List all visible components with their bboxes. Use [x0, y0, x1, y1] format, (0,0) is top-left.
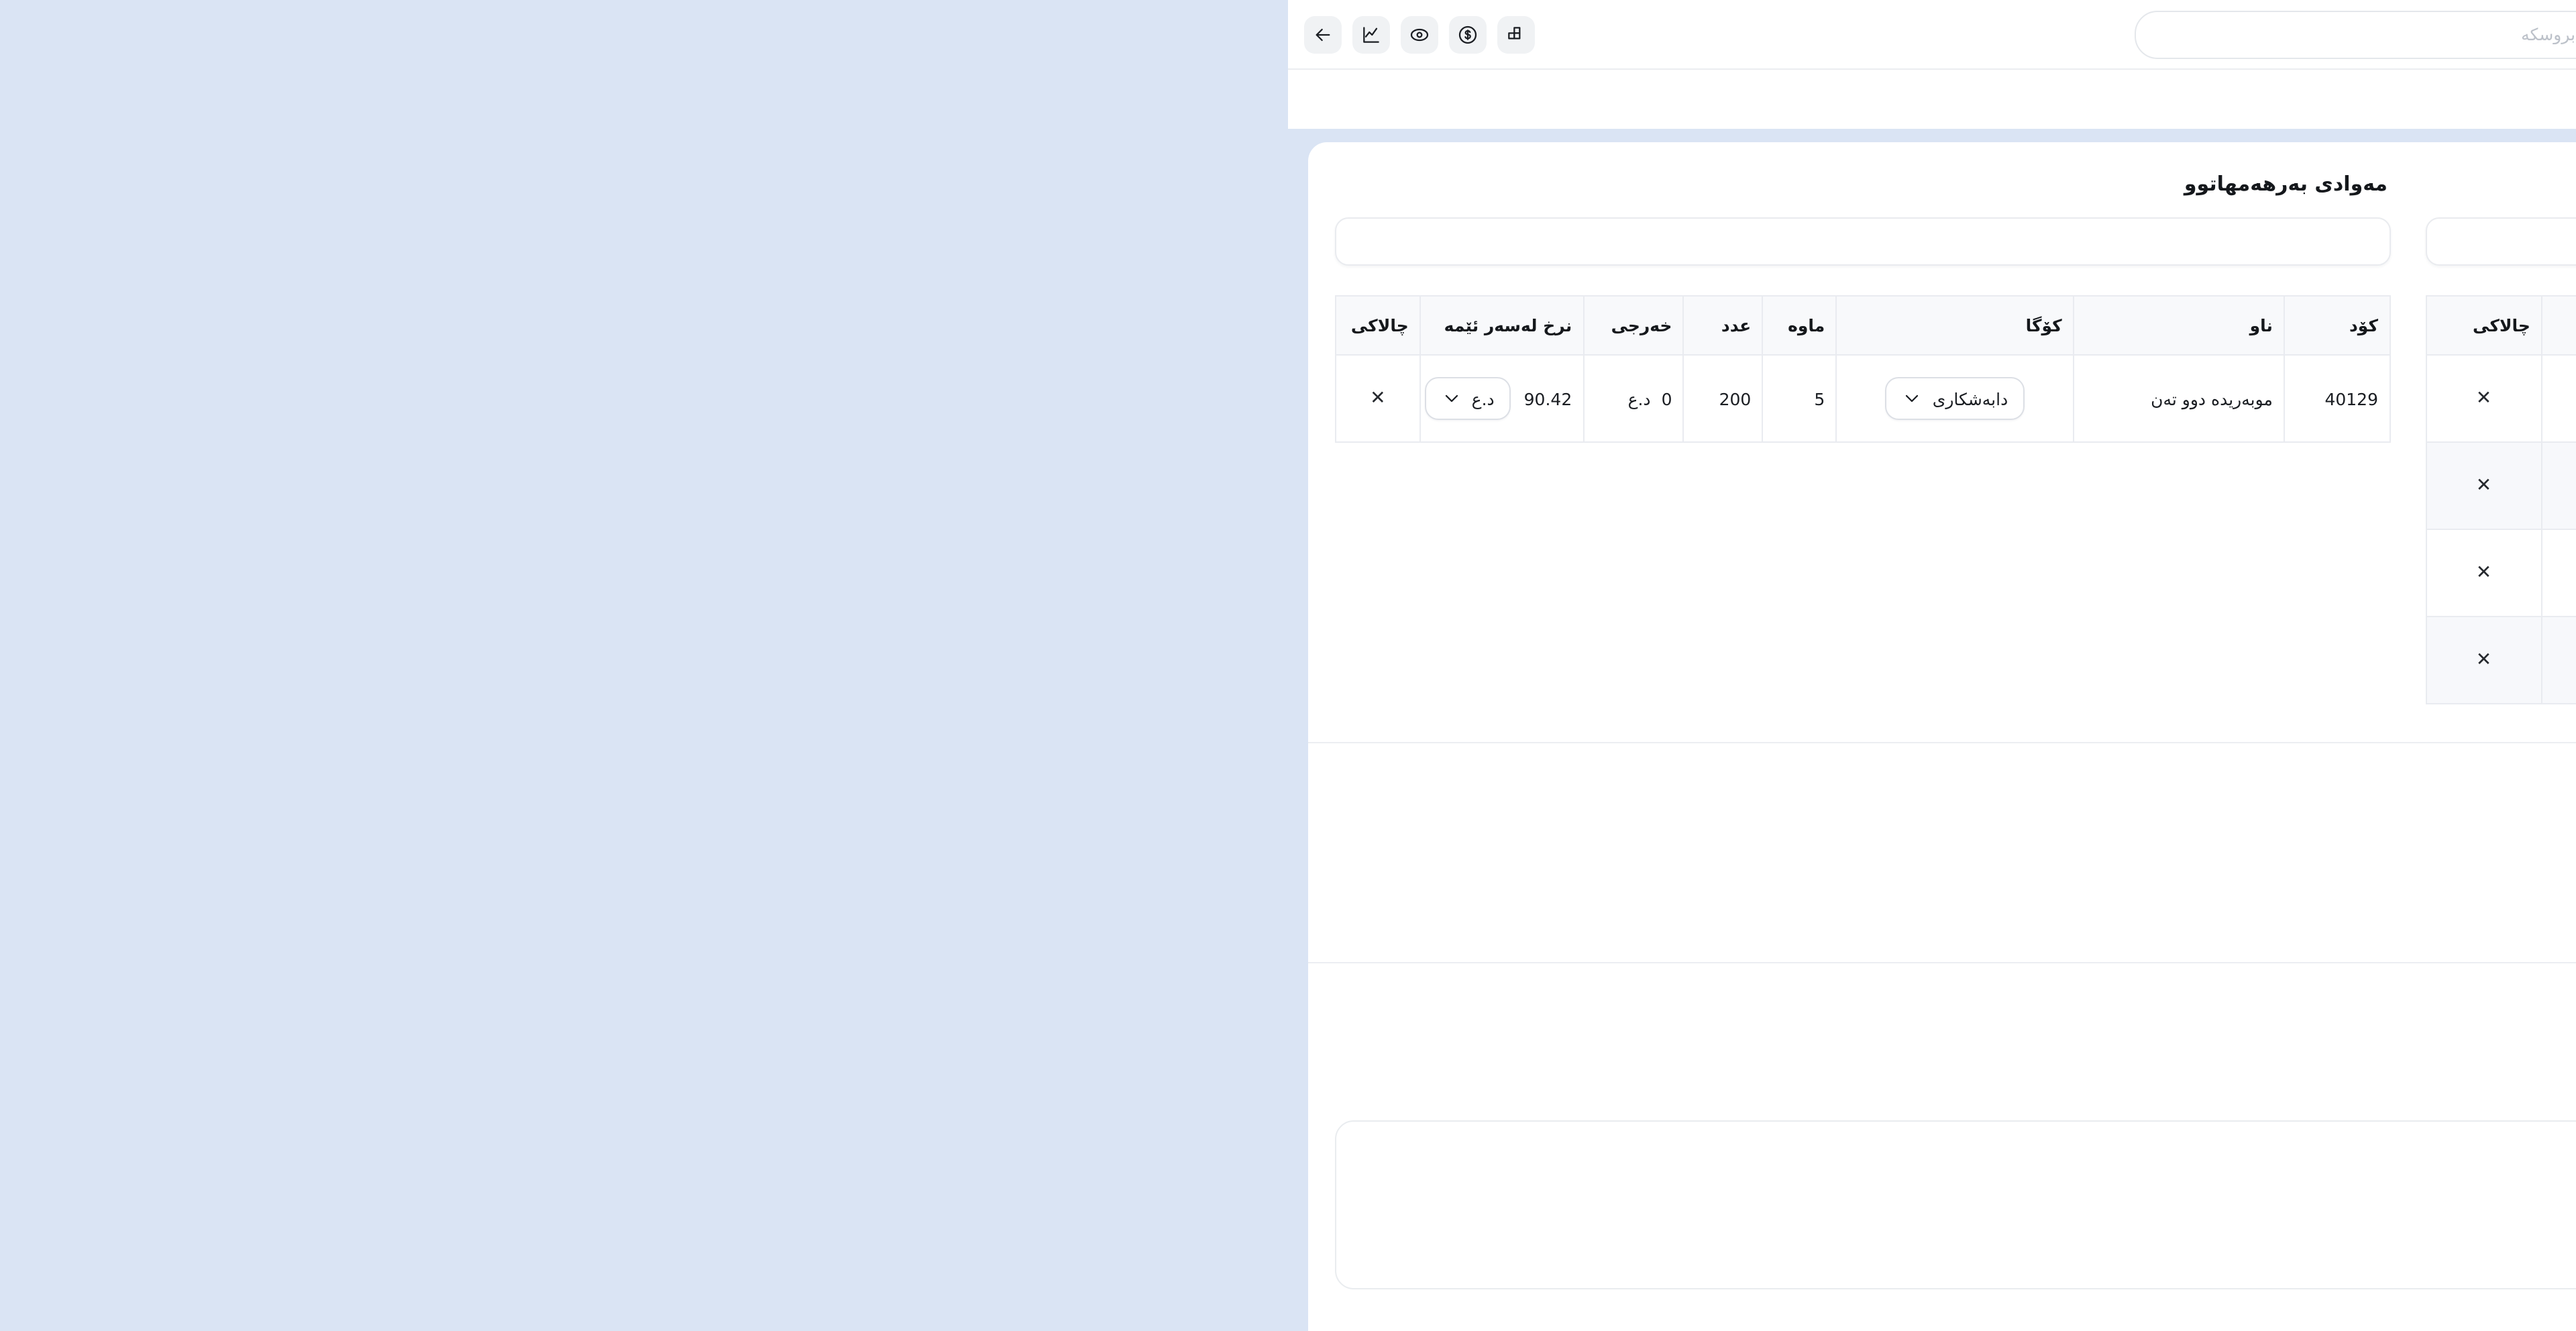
main-region: Appliances سەرەکیبەرهەمهێنانڕاپۆرتخەرجیڕ… [1288, 0, 2576, 1331]
production-line-label: لاینی بەرهەمهێنان [1335, 1001, 2576, 1021]
app-root: B ژمێریاری پسووڵەئۆردەرکۆگابازرگانکەرەست… [1288, 0, 2576, 1331]
column-header: عدد [1683, 296, 1762, 355]
cell-actions: ✕ [2426, 355, 2542, 442]
cell-actions: ✕ [2426, 529, 2542, 617]
raw-materials-panel: مەوادی خام کۆدناوکۆگاماوەعددنرخ لەسەر ئێ… [2425, 172, 2576, 704]
cell-price: $ 40 [2542, 355, 2576, 442]
divider [1308, 962, 2576, 963]
blocks-icon [1505, 23, 1527, 45]
produced-materials-search-input[interactable] [1335, 217, 2390, 266]
topbar: Appliances [1288, 0, 2576, 70]
eye-icon [1409, 23, 1430, 45]
price-cell-content: 90.42 د.ع [1432, 377, 1572, 420]
cell-code: 40129 [2284, 355, 2390, 442]
arrow-left-icon [1312, 23, 1334, 45]
column-header: نرخ لەسەر ئێمە [1420, 296, 1584, 355]
summary-badges: کۆی گشتی عددی بەکارهاتووی مەوادی خام :4,… [1335, 781, 2576, 924]
main-card: مەوادی خام کۆدناوکۆگاماوەعددنرخ لەسەر ئێ… [1308, 142, 2576, 1331]
remove-row-button[interactable]: ✕ [2468, 647, 2500, 674]
column-header: چالاکی [2426, 296, 2542, 355]
remove-row-button[interactable]: ✕ [1362, 385, 1393, 412]
select-value: د.ع [1472, 388, 1495, 409]
remove-row-button[interactable]: ✕ [2468, 385, 2500, 412]
raw-material-row: 2422ماتۆڕی موبەریدەAppliances113200$ 40✕ [2426, 355, 2576, 442]
cell-price: $ 10.13 [2542, 442, 2576, 529]
cell-actions: ✕ [2426, 442, 2542, 529]
column-header: ماوە [1762, 296, 1836, 355]
column-header: کۆد [2284, 296, 2390, 355]
toolbar-group [1304, 15, 1535, 53]
chart-line-button[interactable] [1352, 15, 1390, 53]
chevron-down-icon [1902, 388, 1923, 409]
remove-row-button[interactable]: ✕ [2468, 560, 2500, 586]
warehouse-select[interactable]: د.ع [1425, 377, 1511, 420]
cell-actions: ✕ [2426, 617, 2542, 704]
column-header: نرخ لەسەر ئێمە [2542, 296, 2576, 355]
raw-material-row: 522264تەوافەAppliances02000✕ [2426, 617, 2576, 704]
cell-price: $ 2.01 [2542, 529, 2576, 617]
cell-price: 0 [2542, 617, 2576, 704]
expense-currency: د.ع [1628, 388, 1651, 409]
raw-materials-title: مەوادی خام [2425, 172, 2576, 196]
cell-remaining: 5 [1762, 355, 1836, 442]
raw-material-row: 38284ئاسنAppliances4064,000$ 2.01✕ [2426, 529, 2576, 617]
global-search-input[interactable] [2135, 10, 2576, 58]
extra-fields-card: حەقلی زیاتر [1335, 1120, 2576, 1289]
eye-button[interactable] [1401, 15, 1438, 53]
chart-line-icon [1360, 23, 1382, 45]
note-label: تێبینی [1335, 1324, 2576, 1331]
extra-fields-title: حەقلی زیاتر [1363, 1146, 2576, 1167]
note-section: تێبینی [1335, 1324, 2576, 1331]
produced-materials-title: مەوادی بەرهەمهاتوو [1335, 172, 2387, 196]
cell-price: 90.42 د.ع [1420, 355, 1584, 442]
arrow-left-button[interactable] [1304, 15, 1342, 53]
divider [1308, 742, 2576, 743]
column-header: ناو [2074, 296, 2284, 355]
warehouse-select[interactable]: دابەشکاری [1886, 377, 2024, 420]
blocks-button[interactable] [1497, 15, 1535, 53]
cell-actions: ✕ [1336, 355, 1420, 442]
price-value: 90.42 [1524, 388, 1572, 409]
column-header: کۆگا [1836, 296, 2073, 355]
content-area: مەوادی خام کۆدناوکۆگاماوەعددنرخ لەسەر ئێ… [1288, 129, 2576, 1331]
remove-row-button[interactable]: ✕ [2468, 472, 2500, 499]
cell-warehouse: دابەشکاری [1836, 355, 2073, 442]
raw-material-row: 9098087قایشی موبەریدەAppliances200200$ 1… [2426, 442, 2576, 529]
cell-qty: 200 [1683, 355, 1762, 442]
select-value: دابەشکاری [1933, 388, 2008, 409]
cell-expense: 0 د.ع [1583, 355, 1683, 442]
column-header: چالاکی [1336, 296, 1420, 355]
dollar-circle-icon [1457, 23, 1479, 45]
dollar-circle-button[interactable] [1449, 15, 1487, 53]
raw-materials-table: کۆدناوکۆگاماوەعددنرخ لەسەر ئێمەچالاکی 24… [2425, 295, 2576, 704]
produced-material-row: 40129موبەریدە دوو تەندابەشکاری52000د.ع90… [1336, 355, 2390, 442]
tab-bar: سەرەکیبەرهەمهێنانڕاپۆرتخەرجیڕێکخستن [1288, 70, 2576, 129]
raw-materials-search-input[interactable] [2425, 217, 2576, 266]
production-line-section: لاینی بەرهەمهێنان [1335, 1001, 2576, 1085]
column-header: خەرجی [1583, 296, 1683, 355]
chevron-down-icon [1441, 388, 1462, 409]
cell-name: موبەریدە دوو تەن [2074, 355, 2284, 442]
produced-materials-table: کۆدناوکۆگاماوەعددخەرجینرخ لەسەر ئێمەچالا… [1335, 295, 2390, 443]
materials-panels: مەوادی خام کۆدناوکۆگاماوەعددنرخ لەسەر ئێ… [1335, 172, 2576, 704]
expense-value: 0 [1662, 388, 1672, 409]
produced-materials-panel: مەوادی بەرهەمهاتوو کۆدناوکۆگاماوەعددخەرج… [1335, 172, 2390, 704]
